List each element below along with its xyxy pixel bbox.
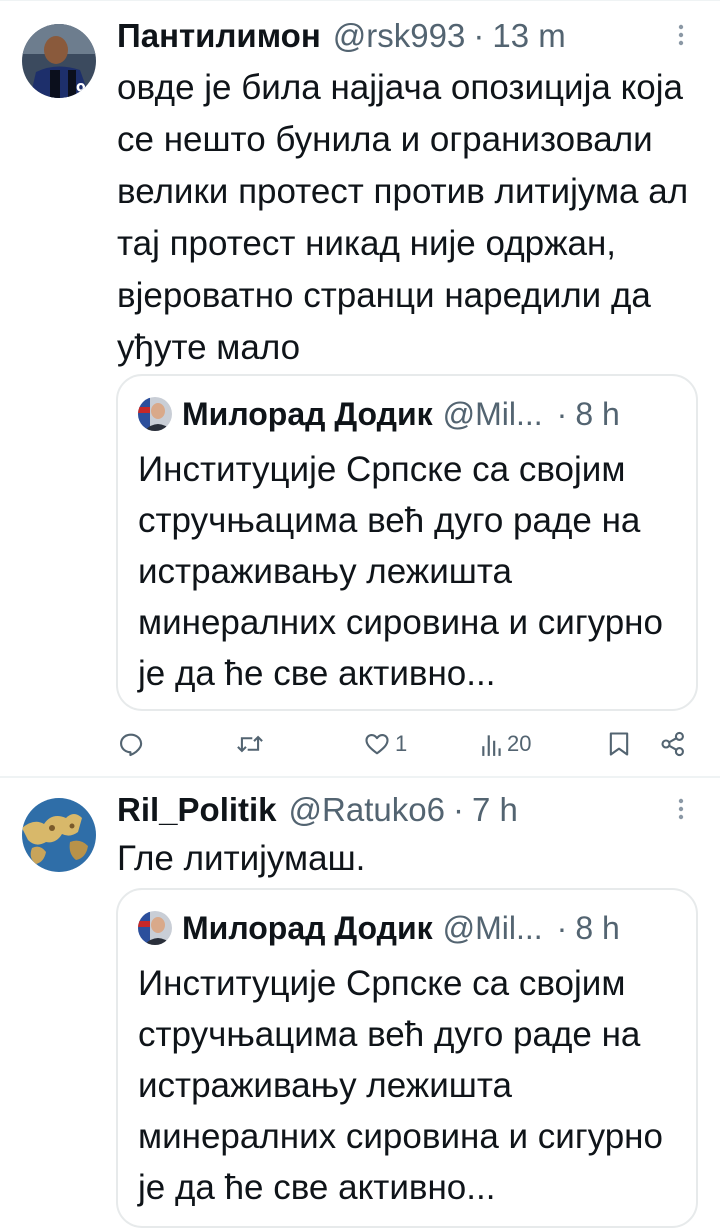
bookmark-icon	[609, 732, 629, 756]
more-vertical-icon	[678, 798, 684, 820]
retweet-button[interactable]	[235, 726, 269, 762]
views-button[interactable]: 20	[481, 726, 531, 762]
tweet-time[interactable]: 7 h	[472, 791, 518, 829]
tweet-text: овде је била најјача опозиција која се н…	[117, 68, 689, 367]
reply-button[interactable]	[117, 726, 149, 762]
share-icon	[661, 731, 684, 757]
author-name[interactable]: Пантилимон	[117, 17, 321, 55]
quoted-tweet[interactable]: Милорад Додик @Mil... · 8 h Институције …	[116, 374, 698, 711]
reply-icon	[120, 733, 143, 757]
views-count: 20	[507, 731, 532, 756]
tweet-header: Пантилимон @rsk993 · 13 m	[117, 16, 696, 56]
quoted-tweet-text: Институције Српске са својим стручњацима…	[138, 450, 663, 693]
retweet-icon	[237, 735, 263, 753]
soccer-player-avatar-icon: 9	[22, 24, 96, 98]
quoted-tweet[interactable]: Милорад Додик @Mil... · 8 h Институције …	[116, 888, 698, 1228]
quoted-tweet-text: Институције Српске са својим стручњацима…	[138, 964, 663, 1207]
share-button[interactable]	[659, 726, 687, 762]
quoted-tweet-time: 8 h	[575, 909, 620, 946]
more-options-button[interactable]	[666, 794, 696, 824]
quoted-author-handle: @Mil...	[442, 395, 543, 432]
author-handle[interactable]: @rsk993	[333, 17, 466, 55]
quoted-tweet-header: Милорад Додик @Mil... · 8 h	[138, 394, 676, 434]
quoted-author-avatar	[138, 911, 172, 945]
user-avatar[interactable]: 9	[22, 24, 96, 98]
heart-icon	[365, 733, 389, 755]
quoted-tweet-header: Милорад Додик @Mil... · 8 h	[138, 908, 676, 948]
politician-avatar-icon	[138, 397, 172, 431]
quoted-author-avatar	[138, 397, 172, 431]
tweet-header: Ril_Politik @Ratuko6 · 7 h	[117, 790, 696, 830]
separator-dot: ·	[452, 791, 464, 828]
quoted-author-handle: @Mil...	[442, 909, 543, 946]
politician-avatar-icon	[138, 911, 172, 945]
separator-dot: ·	[556, 909, 568, 946]
map-avatar-icon	[22, 798, 96, 872]
author-handle[interactable]: @Ratuko6	[289, 791, 445, 829]
views-chart-icon	[482, 735, 501, 756]
quoted-author-name: Милорад Додик	[182, 909, 433, 946]
more-options-button[interactable]	[666, 20, 696, 50]
bookmark-button[interactable]	[607, 726, 631, 762]
like-count: 1	[395, 731, 408, 756]
tweet-time[interactable]: 13 m	[492, 17, 565, 55]
tweet-text: Гле литијумаш.	[117, 839, 366, 878]
tweet-actions: 1 20	[117, 726, 692, 762]
quoted-author-name: Милорад Додик	[182, 395, 433, 432]
separator-dot: ·	[473, 17, 485, 54]
like-button[interactable]: 1	[363, 726, 407, 762]
author-name[interactable]: Ril_Politik	[117, 791, 277, 829]
user-avatar[interactable]	[22, 798, 96, 872]
quoted-tweet-time: 8 h	[575, 395, 620, 432]
more-vertical-icon	[678, 24, 684, 46]
separator-dot: ·	[556, 395, 568, 432]
